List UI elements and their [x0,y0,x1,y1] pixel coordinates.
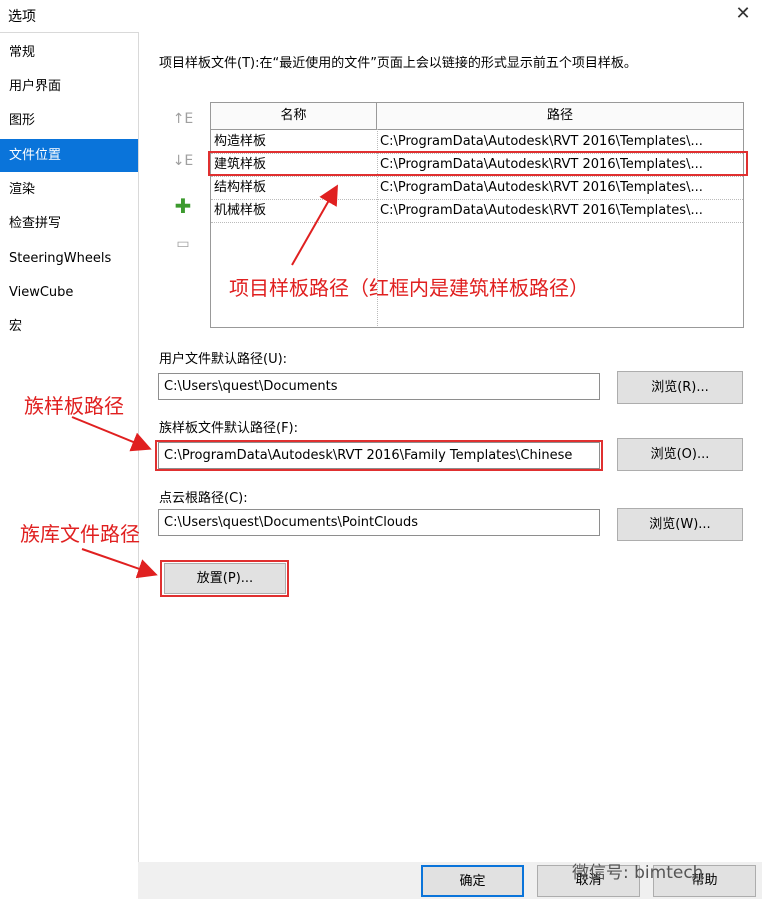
annotation-arrows [71,184,338,579]
arrow-to-places-button [81,548,158,579]
ok-button[interactable]: 确定 [421,865,524,897]
watermark-text: 微信号: bimtech [572,863,704,883]
arrow-to-architecture-template [291,184,338,266]
arrow-to-family-template-path [71,416,152,452]
